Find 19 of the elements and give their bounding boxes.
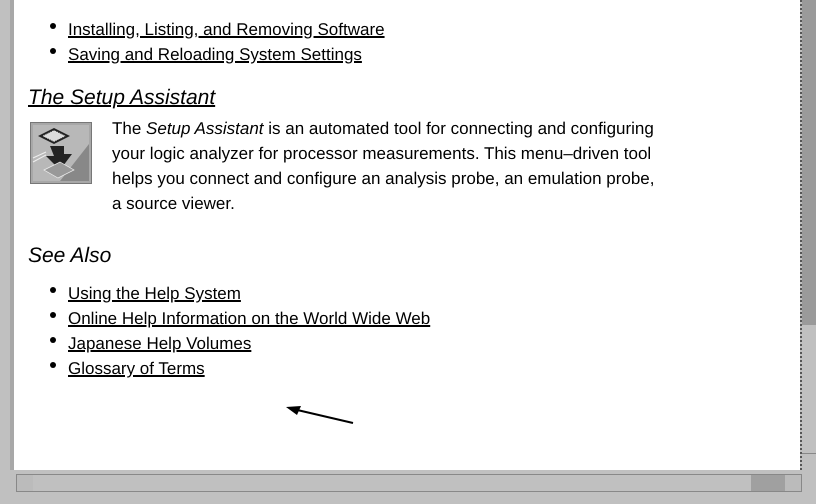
help-link[interactable]: Installing, Listing, and Removing Software [68,20,385,40]
bullet-icon [50,337,56,343]
help-link[interactable]: Online Help Information on the World Wide Web [68,309,430,329]
bullet-icon [50,362,56,368]
section-heading-link[interactable]: The Setup Assistant [28,86,800,110]
bullet-icon [50,23,56,29]
help-link[interactable]: Saving and Reloading System Settings [68,45,362,65]
help-link[interactable]: Japanese Help Volumes [68,334,252,354]
bullet-icon [50,48,56,54]
vertical-scrollbar[interactable] [800,0,816,470]
bullet-icon [50,312,56,318]
annotation-arrow [285,405,355,425]
bullet-icon [50,287,56,293]
probe-chip-icon [30,122,92,184]
description-paragraph: The Setup Assistant is an automated tool for connecting and configuring your logic analyzer for processor measurements. This menu–driven tool helps you connect and configure an analysis probe, an emulation probe, a source viewer. [112,118,654,215]
horizontal-scrollbar[interactable] [16,474,802,492]
section-heading: See Also [28,244,112,268]
help-link[interactable]: Using the Help System [68,284,241,304]
help-link[interactable]: Glossary of Terms [68,359,205,379]
